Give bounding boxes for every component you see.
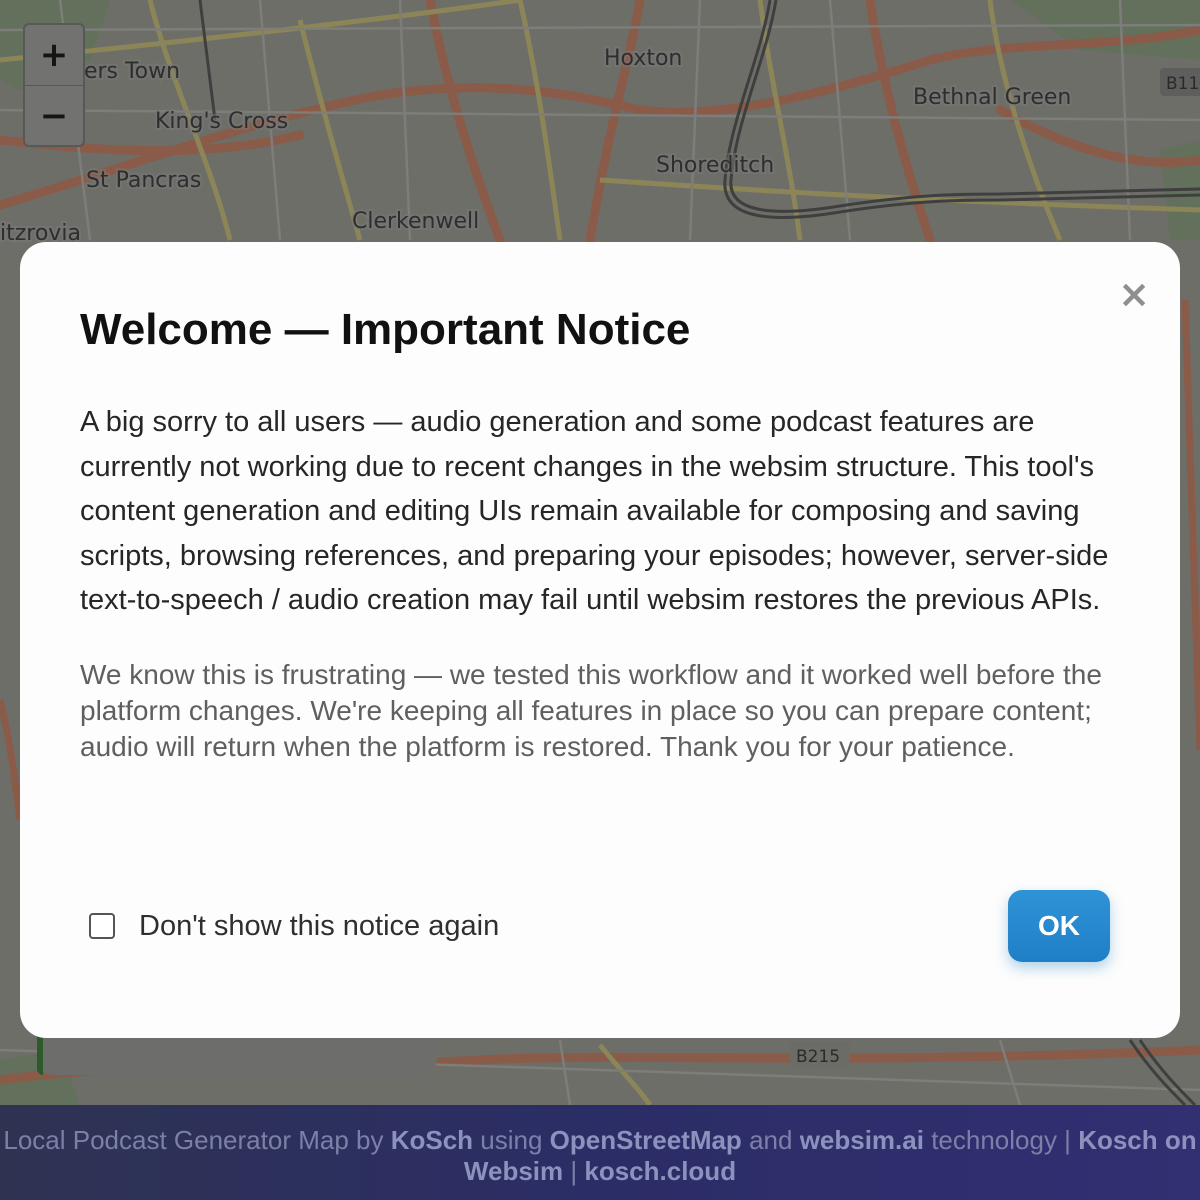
modal-title: Welcome — Important Notice: [80, 305, 691, 354]
checkbox-label[interactable]: Don't show this notice again: [139, 910, 499, 943]
modal-secondary-text: We know this is frustrating — we tested …: [80, 658, 1102, 762]
map-label: St Pancras: [86, 168, 201, 193]
footer-and: and: [749, 1125, 793, 1155]
author-link[interactable]: KoSch: [391, 1125, 473, 1155]
footer-prefix: Local Podcast Generator Map by: [3, 1125, 384, 1155]
osm-link[interactable]: OpenStreetMap: [550, 1125, 742, 1155]
dont-show-again-checkbox[interactable]: Don't show this notice again: [80, 910, 499, 943]
map-label: Shoreditch: [656, 153, 774, 178]
map-label: King's Cross: [155, 109, 288, 134]
footer-technology: technology |: [931, 1125, 1071, 1155]
ok-button[interactable]: OK: [1008, 890, 1110, 962]
road-label: B215: [796, 1047, 840, 1067]
close-icon: ×: [1118, 272, 1150, 316]
modal-body-text: A big sorry to all users — audio generat…: [80, 406, 1109, 617]
road-label: B11: [1166, 74, 1199, 94]
footer-bar: Local Podcast Generator Map by KoSch usi…: [0, 1105, 1200, 1200]
websim-link[interactable]: websim.ai: [800, 1125, 924, 1155]
zoom-control: + −: [23, 23, 85, 147]
map-label: Hoxton: [604, 46, 682, 71]
footer-separator: |: [570, 1156, 578, 1186]
zoom-in-button[interactable]: +: [25, 25, 83, 86]
map-label: hers Town: [70, 59, 180, 84]
plus-icon: +: [39, 35, 69, 75]
checkbox-box[interactable]: [89, 913, 115, 939]
close-button[interactable]: ×: [1116, 272, 1152, 316]
footer-using: using: [480, 1125, 543, 1155]
notice-modal: × Welcome — Important Notice A big sorry…: [20, 242, 1180, 1038]
zoom-out-button[interactable]: −: [25, 86, 83, 145]
map-label: Clerkenwell: [352, 209, 479, 234]
map-label: Bethnal Green: [913, 85, 1071, 110]
kosch-cloud-link[interactable]: kosch.cloud: [584, 1156, 736, 1186]
minus-icon: −: [39, 96, 69, 136]
modal-footer: Don't show this notice again OK: [80, 890, 1110, 962]
